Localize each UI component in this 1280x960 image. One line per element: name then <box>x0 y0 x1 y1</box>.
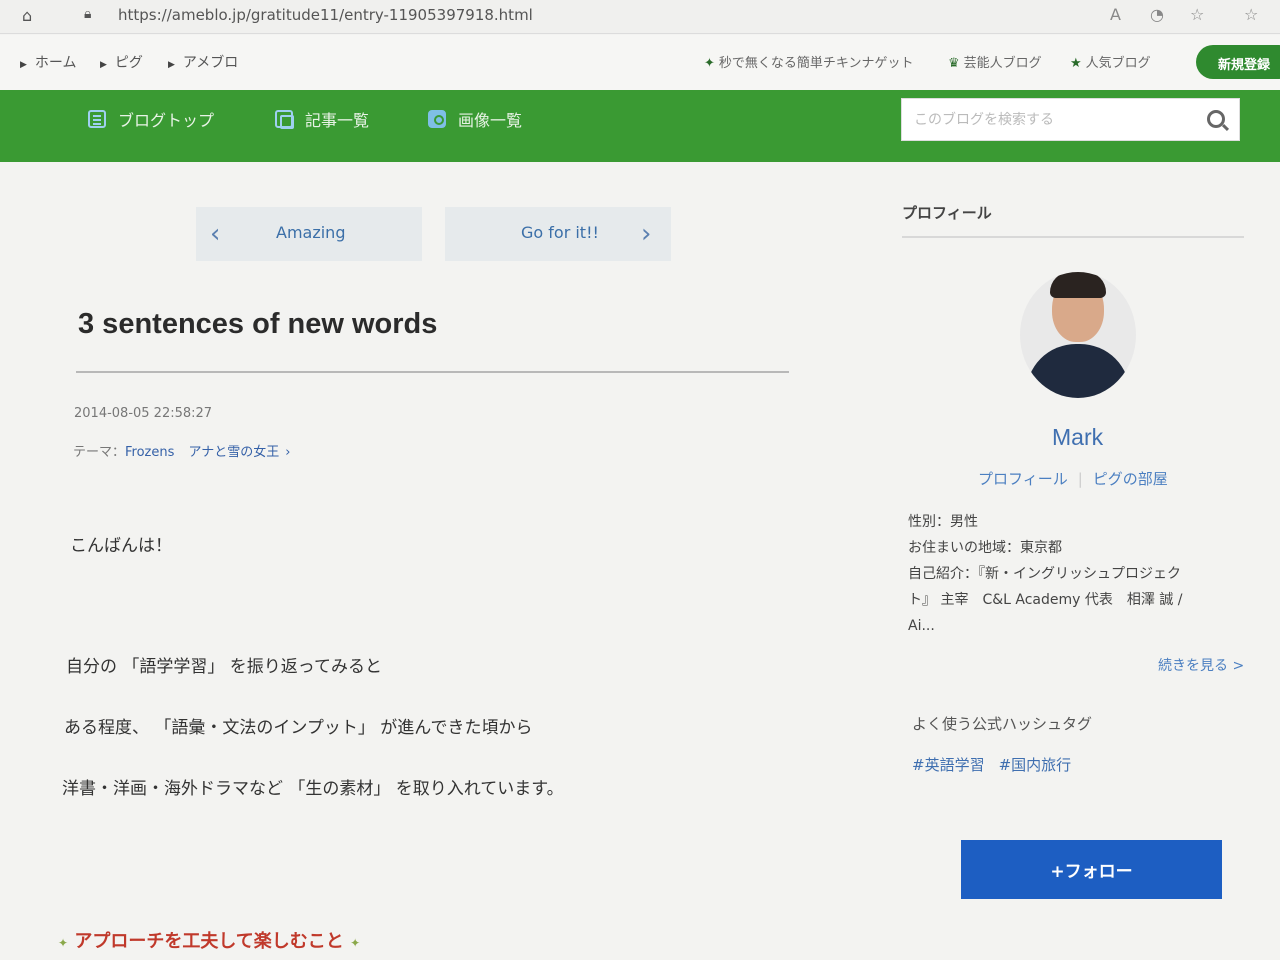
profile-intro: ト』 主宰 C&L Academy 代表 相澤 誠 / <box>908 592 1183 608</box>
document-icon <box>88 110 106 128</box>
blog-search <box>901 98 1240 141</box>
title-divider <box>76 371 789 373</box>
copy-icon <box>275 110 294 129</box>
crown-icon: ♛ <box>948 56 960 71</box>
hashtag-link[interactable]: #英語学習 <box>912 756 985 774</box>
crumb-home[interactable]: ▶ ホーム <box>20 52 77 72</box>
signup-button[interactable]: 新規登録 <box>1196 45 1280 79</box>
avatar[interactable] <box>1020 272 1136 398</box>
profile-heading: プロフィール <box>902 204 992 222</box>
blog-search-input[interactable] <box>902 99 1182 140</box>
chevron-right-icon: › <box>285 445 291 460</box>
lock-icon[interactable]: 🔒︎ <box>84 6 104 26</box>
sparkle-icon: ✦ <box>704 56 715 71</box>
sparkle-icon: ✦ <box>58 936 69 950</box>
next-entry-button[interactable]: Go for it!! › <box>445 207 671 261</box>
entry-title: 3 sentences of new words <box>78 308 438 340</box>
address-url[interactable]: https://ameblo.jp/gratitude11/entry-1190… <box>118 6 533 24</box>
profile-link[interactable]: プロフィール <box>978 470 1068 488</box>
profile-location: お住まいの地域：東京都 <box>908 540 1062 556</box>
profile-name[interactable]: Mark <box>1052 424 1103 451</box>
entry-datetime: 2014-08-05 22:58:27 <box>74 406 213 421</box>
crumb-pigg[interactable]: ▶ ピグ <box>100 52 143 72</box>
settings-icon[interactable]: ☆ <box>1244 5 1258 24</box>
profile-divider <box>902 236 1244 238</box>
profile-intro: Ai... <box>908 618 935 634</box>
hashtag-link[interactable]: #国内旅行 <box>999 756 1072 774</box>
theme-link[interactable]: Frozens <box>125 445 174 460</box>
triangle-icon: ▶ <box>168 60 175 70</box>
promo-link-popular[interactable]: ★ 人気ブログ <box>1070 52 1151 71</box>
camera-icon <box>428 110 446 128</box>
home-icon[interactable]: ⌂ <box>22 6 44 26</box>
prev-entry-button[interactable]: ‹ Amazing <box>196 207 422 261</box>
read-aloud-icon[interactable]: A <box>1110 5 1121 24</box>
section-heading: ✦ アプローチを工夫して楽しむこと ✦ <box>58 931 361 952</box>
star-icon: ★ <box>1070 56 1082 71</box>
promo-link-celebrity[interactable]: ♛ 芸能人ブログ <box>948 52 1042 71</box>
search-icon[interactable] <box>1207 110 1225 128</box>
entry-paragraph: 自分の 「語学学習」 を振り返ってみると <box>66 657 382 677</box>
nav-entry-list[interactable]: 記事一覧 <box>275 107 369 131</box>
blog-nav-bar: ブログトップ 記事一覧 画像一覧 <box>0 90 1280 162</box>
profile-gender: 性別：男性 <box>908 514 978 530</box>
triangle-icon: ▶ <box>100 60 107 70</box>
theme-sub-link[interactable]: アナと雪の女王 <box>189 445 280 460</box>
profile-intro: 自己紹介：『新・イングリッシュプロジェク <box>908 566 1181 582</box>
entry-paragraph: 洋書・洋画・海外ドラマなど 「生の素材」 を取り入れています。 <box>62 779 564 799</box>
read-more-link[interactable]: 続きを見る > <box>1158 655 1244 675</box>
extension-icon[interactable]: ◔ <box>1150 5 1164 24</box>
sparkle-icon: ✦ <box>350 936 361 950</box>
browser-address-bar: ⌂ 🔒︎ https://ameblo.jp/gratitude11/entry… <box>0 0 1280 34</box>
ameba-header: ▶ ホーム ▶ ピグ ▶ アメブロ ✦ 秒で無くなる簡単チキンナゲット ♛ 芸能人ブログ … <box>0 35 1280 90</box>
crumb-ameblo[interactable]: ▶ アメブロ <box>168 52 238 72</box>
hashtag-heading: よく使う公式ハッシュタグ <box>912 715 1093 733</box>
entry-theme: テーマ：Frozens アナと雪の女王 › <box>73 445 291 460</box>
chevron-left-icon: ‹ <box>210 219 221 249</box>
triangle-icon: ▶ <box>20 60 27 70</box>
entry-paragraph: こんばんは！ <box>70 536 172 556</box>
nav-blog-top[interactable]: ブログトップ <box>88 107 214 131</box>
profile-links: プロフィール | ピグの部屋 <box>978 470 1168 488</box>
favorites-icon[interactable]: ☆ <box>1190 5 1204 24</box>
nav-image-list[interactable]: 画像一覧 <box>428 107 522 131</box>
pigg-room-link[interactable]: ピグの部屋 <box>1093 470 1168 488</box>
hashtag-list: #英語学習 #国内旅行 <box>912 754 1085 775</box>
promo-link-recipe[interactable]: ✦ 秒で無くなる簡単チキンナゲット <box>704 52 914 71</box>
follow-button[interactable]: +フォロー <box>961 840 1222 899</box>
chevron-right-icon: › <box>641 219 652 249</box>
entry-paragraph: ある程度、 「語彙・文法のインプット」 が進んできた頃から <box>64 718 533 738</box>
